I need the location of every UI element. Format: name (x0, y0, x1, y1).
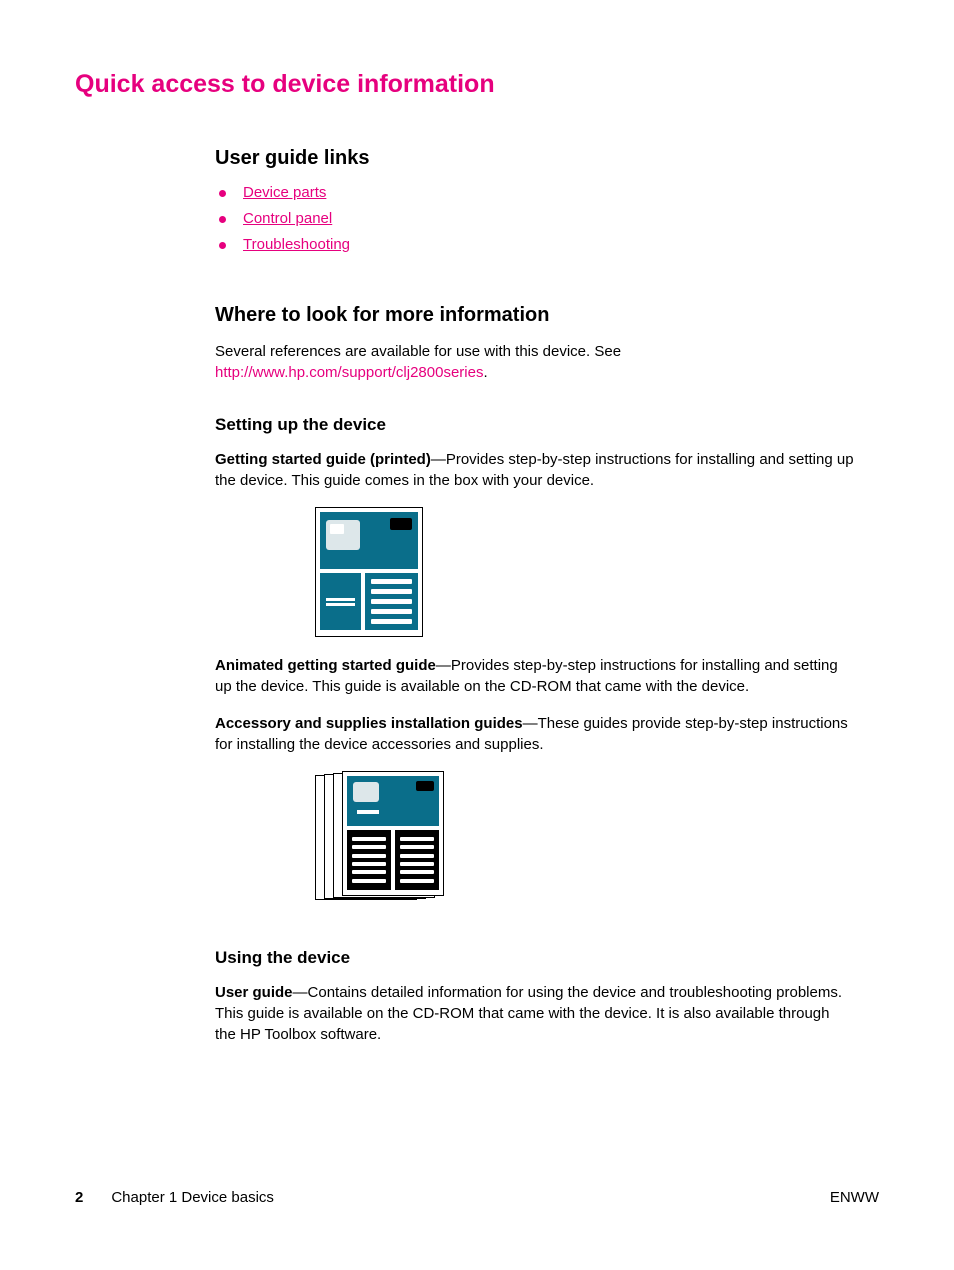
chapter-label: Chapter 1 Device basics (111, 1189, 274, 1206)
page-title: Quick access to device information (75, 70, 879, 99)
guide-booklet-icon (315, 507, 423, 637)
accessory-icon (353, 782, 379, 802)
hp-logo-icon (390, 518, 412, 530)
page-footer: 2 Chapter 1 Device basics ENWW (75, 1189, 879, 1206)
using-p1: User guide—Contains detailed information… (215, 982, 854, 1045)
list-item: Device parts (215, 184, 854, 202)
heading-user-guide-links: User guide links (215, 147, 854, 170)
bullet-icon (219, 216, 226, 223)
link-hp-support[interactable]: http://www.hp.com/support/clj2800series (215, 364, 483, 381)
bullet-icon (219, 242, 226, 249)
list-item: Troubleshooting (215, 236, 854, 254)
where-intro: Several references are available for use… (215, 341, 854, 383)
setting-up-p2: Animated getting started guide—Provides … (215, 655, 854, 697)
list-item: Control panel (215, 210, 854, 228)
bold-text: Animated getting started guide (215, 657, 436, 674)
bullet-icon (219, 190, 226, 197)
printer-icon (326, 520, 360, 550)
heading-setting-up: Setting up the device (215, 415, 854, 435)
bold-text: Accessory and supplies installation guid… (215, 715, 523, 732)
text: . (483, 364, 487, 381)
text: Several references are available for use… (215, 343, 621, 360)
content: User guide links Device parts Control pa… (215, 147, 879, 1045)
heading-using-device: Using the device (215, 948, 854, 968)
link-control-panel[interactable]: Control panel (243, 210, 332, 227)
user-guide-links-list: Device parts Control panel Troubleshooti… (215, 184, 854, 254)
link-troubleshooting[interactable]: Troubleshooting (243, 236, 350, 253)
figure-getting-started-guide (315, 507, 854, 637)
heading-where-to-look: Where to look for more information (215, 304, 854, 327)
setting-up-p3: Accessory and supplies installation guid… (215, 713, 854, 755)
bold-text: User guide (215, 984, 293, 1001)
bold-text: Getting started guide (printed) (215, 451, 431, 468)
text: —Contains detailed information for using… (215, 984, 842, 1043)
setting-up-p1: Getting started guide (printed)—Provides… (215, 449, 854, 491)
hp-logo-icon (416, 781, 434, 791)
stacked-guides-icon (315, 771, 445, 916)
link-device-parts[interactable]: Device parts (243, 184, 326, 201)
footer-right: ENWW (830, 1189, 879, 1206)
page-number: 2 (75, 1189, 83, 1206)
figure-accessory-guides (315, 771, 854, 916)
